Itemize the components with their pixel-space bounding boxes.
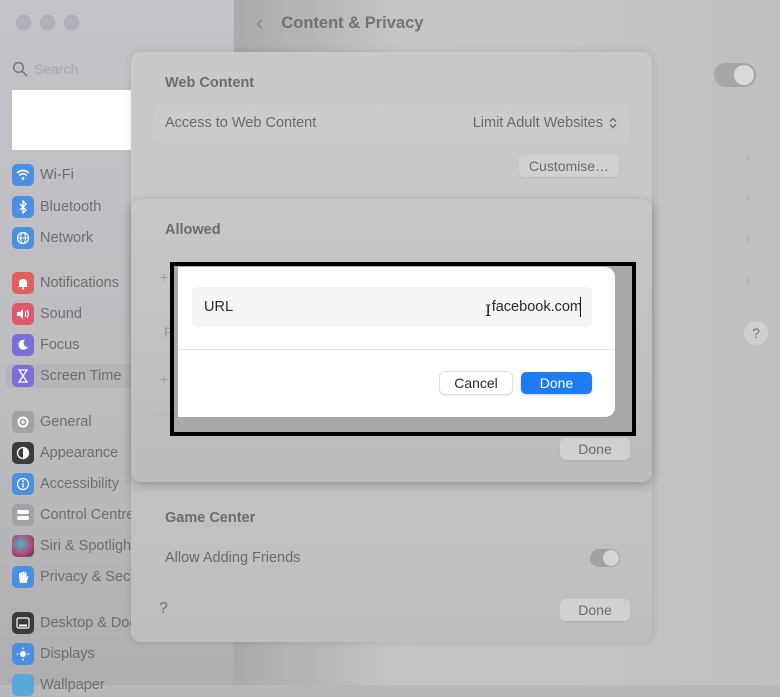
sun-icon [12,643,34,665]
sidebar-item-label: Displays [40,646,95,662]
dock-icon [12,612,34,634]
web-content-heading: Web Content [165,75,255,91]
allowed-heading: Allowed [165,222,221,238]
sidebar-item-label: Siri & Spotlight [40,538,136,554]
sidebar-item-label: Desktop & Dock [40,615,144,631]
chevron-left-icon[interactable]: ‹ [256,10,263,36]
zoom-window-button[interactable] [64,15,79,30]
bell-icon [12,272,34,294]
search-placeholder: Search [34,61,79,77]
sidebar-item-label: Wi-Fi [40,167,74,183]
sidebar-item-label: Bluetooth [40,199,102,215]
sidebar-item-label: Screen Time [40,368,122,384]
done-button[interactable]: Done [521,372,592,394]
text-caret [580,297,581,317]
help-button[interactable]: ? [159,600,168,618]
page-title: Content & Privacy [281,13,424,32]
access-web-content-value: Limit Adult Websites [472,115,603,131]
add-icon[interactable]: + [160,371,168,387]
chevron-right-icon[interactable]: › [746,230,751,246]
window-controls [16,15,79,30]
siri-icon [12,535,34,557]
globe-icon [12,227,34,249]
hourglass-icon [12,365,34,387]
sidebar-item-label: Sound [40,306,82,322]
sidebar-item-label: Appearance [40,445,119,461]
customise-button[interactable]: Customise… [519,155,619,177]
done-button[interactable]: Done [560,599,630,621]
allow-adding-friends-label: Allow Adding Friends [165,550,301,566]
search-icon [12,61,28,77]
minimize-window-button[interactable] [40,15,55,30]
appearance-icon [12,442,34,464]
chevron-updown-icon [609,117,617,129]
help-button[interactable]: ? [744,321,768,345]
allowed-done-button[interactable]: Done [560,438,630,460]
bluetooth-icon [12,196,34,218]
close-window-button[interactable] [16,15,31,30]
url-input[interactable] [362,299,582,315]
url-row: URL [192,287,592,327]
access-web-content-label: Access to Web Content [165,115,317,131]
chevron-right-icon[interactable]: › [746,148,751,164]
sidebar-item-label: Control Centre [40,507,135,523]
speaker-icon [12,303,34,325]
sidebar-item-displays[interactable]: Displays [12,642,232,666]
add-url-dialog: URL I Cancel Done [178,267,615,417]
access-web-content-row: Access to Web Content Limit Adult Websit… [153,104,629,144]
control-centre-icon [12,504,34,526]
dialog-divider [178,349,615,350]
chevron-right-icon[interactable]: › [746,189,751,205]
sidebar-item-label: Accessibility [40,476,119,492]
accessibility-icon [12,473,34,495]
wifi-icon [12,164,34,186]
sidebar-item-wallpaper[interactable]: Wallpaper [12,673,232,697]
url-label: URL [204,299,234,315]
chevron-right-icon[interactable]: › [746,271,751,287]
sidebar-item-label: General [40,414,92,430]
redacted-account-area [12,90,131,150]
access-web-content-popup[interactable]: Limit Adult Websites [473,115,617,131]
ibeam-cursor-icon: I [485,301,492,320]
allow-adding-friends-toggle[interactable] [590,549,620,567]
sidebar-item-label: Network [40,230,94,246]
sidebar-item-label: Wallpaper [40,677,105,693]
hand-icon [12,566,34,588]
moon-icon [12,334,34,356]
wallpaper-icon [12,674,34,696]
cancel-button[interactable]: Cancel [440,372,512,394]
gear-icon [12,411,34,433]
content-privacy-toggle[interactable] [714,63,756,87]
page-header: ‹ Content & Privacy [256,10,423,36]
game-center-heading: Game Center [165,510,256,526]
sidebar-item-label: Focus [40,337,80,353]
add-icon[interactable]: + [160,269,168,285]
sidebar-item-label: Notifications [40,275,119,291]
